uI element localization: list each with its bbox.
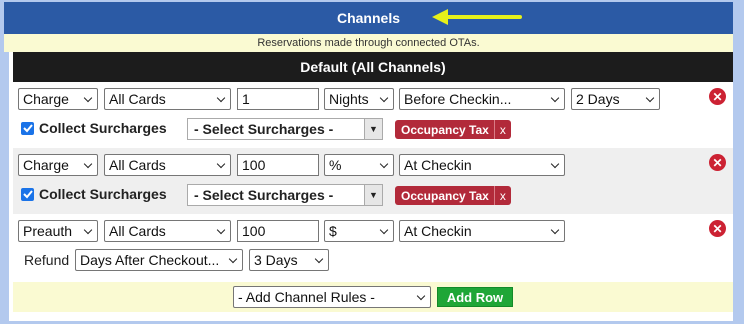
timing-value: Before Checkin...: [404, 91, 512, 107]
amount-value: 100: [242, 157, 266, 173]
type-select[interactable]: Charge: [18, 88, 98, 110]
cards-select[interactable]: All Cards: [104, 220, 231, 242]
unit-select[interactable]: Nights: [324, 88, 394, 110]
rule-row: Charge All Cards 1 Nights Before Checkin…: [13, 82, 733, 148]
rules-footer: - Add Channel Rules - Add Row: [13, 282, 733, 312]
channels-header: Channels: [4, 2, 733, 34]
collect-surcharges-label: Collect Surcharges: [39, 186, 167, 202]
rule-row: Preauth All Cards 100 $ At Checkin ✕ Ref…: [13, 214, 733, 282]
amount-input[interactable]: 100: [237, 220, 319, 242]
section-title: Default (All Channels): [300, 59, 446, 75]
refund-label: Refund: [24, 252, 70, 268]
channels-note: Reservations made through connected OTAs…: [4, 34, 733, 52]
add-row-button[interactable]: Add Row: [437, 287, 513, 307]
refund-timing-select[interactable]: Days After Checkout...: [75, 249, 243, 271]
cards-select[interactable]: All Cards: [104, 88, 231, 110]
tag-label: Occupancy Tax: [401, 122, 489, 137]
days-value: 2 Days: [576, 91, 620, 107]
cards-select[interactable]: All Cards: [104, 154, 231, 176]
x-circle-icon[interactable]: ✕: [709, 88, 726, 105]
collect-surcharges-checkbox[interactable]: Collect Surcharges: [21, 186, 167, 202]
checkbox-checked-icon: [21, 187, 34, 201]
amount-value: 100: [242, 223, 266, 239]
surcharge-select[interactable]: - Select Surcharges - ▼: [187, 184, 383, 206]
dropdown-icon: ▼: [364, 185, 382, 205]
unit-value: %: [329, 157, 342, 173]
days-select[interactable]: 2 Days: [571, 88, 660, 110]
x-circle-icon[interactable]: ✕: [709, 154, 726, 171]
timing-value: At Checkin: [404, 157, 472, 173]
amount-value: 1: [242, 91, 250, 107]
refund-timing-value: Days After Checkout...: [80, 252, 220, 268]
checkbox-checked-icon: [21, 121, 34, 135]
type-select[interactable]: Preauth: [18, 220, 98, 242]
type-value: Charge: [23, 157, 69, 173]
section-header: Default (All Channels): [13, 52, 733, 82]
unit-value: Nights: [329, 91, 369, 107]
arrow-left-icon: [432, 9, 522, 25]
timing-select[interactable]: Before Checkin...: [399, 88, 565, 110]
type-select[interactable]: Charge: [18, 154, 98, 176]
add-channel-rules-select[interactable]: - Add Channel Rules -: [233, 286, 431, 308]
add-rules-value: - Add Channel Rules -: [238, 289, 375, 305]
page-title: Channels: [336, 10, 400, 26]
x-circle-icon[interactable]: ✕: [709, 220, 726, 237]
surcharge-tag: Occupancy Tax x: [395, 186, 511, 205]
remove-tag-button[interactable]: x: [493, 186, 511, 205]
dropdown-icon: ▼: [364, 119, 382, 139]
rule-row: Charge All Cards 100 % At Checkin ✕ Coll…: [13, 148, 733, 214]
refund-days-select[interactable]: 3 Days: [249, 249, 329, 271]
timing-select[interactable]: At Checkin: [399, 220, 565, 242]
unit-select[interactable]: %: [324, 154, 394, 176]
add-row-label: Add Row: [446, 289, 504, 305]
remove-tag-button[interactable]: x: [493, 120, 511, 139]
timing-value: At Checkin: [404, 223, 472, 239]
collect-surcharges-label: Collect Surcharges: [39, 120, 167, 136]
cards-value: All Cards: [109, 223, 166, 239]
surcharge-select-value: - Select Surcharges -: [194, 187, 334, 203]
unit-select[interactable]: $: [324, 220, 394, 242]
note-text: Reservations made through connected OTAs…: [257, 37, 480, 49]
surcharge-select[interactable]: - Select Surcharges - ▼: [187, 118, 383, 140]
surcharge-tag: Occupancy Tax x: [395, 120, 511, 139]
cards-value: All Cards: [109, 91, 166, 107]
type-value: Preauth: [23, 223, 73, 239]
refund-days-value: 3 Days: [254, 252, 298, 268]
collect-surcharges-checkbox[interactable]: Collect Surcharges: [21, 120, 167, 136]
cards-value: All Cards: [109, 157, 166, 173]
unit-value: $: [329, 223, 337, 239]
timing-select[interactable]: At Checkin: [399, 154, 565, 176]
amount-input[interactable]: 1: [237, 88, 319, 110]
surcharge-select-value: - Select Surcharges -: [194, 121, 334, 137]
type-value: Charge: [23, 91, 69, 107]
amount-input[interactable]: 100: [237, 154, 319, 176]
tag-label: Occupancy Tax: [401, 188, 489, 203]
